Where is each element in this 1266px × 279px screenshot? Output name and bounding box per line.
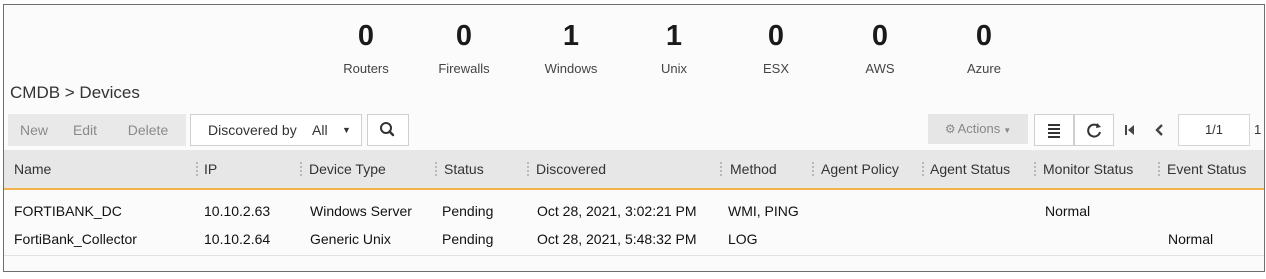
new-button[interactable]: New [8, 114, 60, 146]
breadcrumb: CMDB > Devices [10, 83, 140, 102]
list-view-icon [1048, 124, 1060, 138]
cell-discovered: Oct 28, 2021, 5:48:32 PM [537, 231, 697, 247]
stat-label: Azure [967, 61, 1001, 76]
column-header-agent-status[interactable]: Agent Status [930, 150, 1010, 188]
column-divider[interactable] [527, 162, 531, 176]
first-page-icon [1125, 125, 1134, 135]
stat-label: Unix [660, 61, 687, 76]
cell-device-type: Windows Server [310, 203, 412, 219]
previous-page-icon [1155, 124, 1163, 136]
page-number-input[interactable]: 1/1 [1178, 114, 1250, 146]
cell-name: FORTIBANK_DC [14, 203, 122, 219]
edit-button[interactable]: Edit [60, 114, 110, 146]
refresh-icon [1087, 123, 1101, 138]
stat-count: 0 [455, 20, 473, 52]
cell-method: WMI, PING [728, 203, 799, 219]
stat-count: 0 [767, 20, 785, 52]
cell-discovered: Oct 28, 2021, 3:02:21 PM [537, 203, 697, 219]
stat-label: Routers [343, 61, 389, 76]
stat-label: Firewalls [438, 61, 490, 76]
gear-icon: ⚙ [944, 122, 956, 136]
stat-label: Windows [544, 61, 598, 76]
column-divider[interactable] [1158, 162, 1162, 176]
cell-monitor-status: Normal [1045, 203, 1091, 219]
page-total: 1 [1254, 122, 1262, 137]
cell-name: FortiBank_Collector [14, 231, 137, 247]
previous-page-button[interactable] [1146, 114, 1174, 146]
toolbar: New Edit Delete Discovered by All ▼ ⚙ Act… [4, 112, 1264, 148]
refresh-button[interactable] [1074, 114, 1114, 146]
first-page-button[interactable] [1116, 114, 1144, 146]
stat-windows[interactable]: 1 Windows [519, 17, 623, 76]
column-header-name[interactable]: Name [14, 150, 51, 188]
stat-esx[interactable]: 0 ESX [724, 17, 828, 76]
stat-count: 1 [665, 20, 683, 52]
cell-event-status: Normal [1168, 231, 1214, 247]
stat-azure[interactable]: 0 Azure [932, 17, 1036, 76]
delete-button[interactable]: Delete [110, 114, 186, 146]
actions-label: Actions [957, 121, 1001, 136]
search-button[interactable] [367, 114, 409, 146]
chevron-down-icon: ▼ [1003, 126, 1012, 135]
stat-count: 0 [871, 20, 889, 52]
stat-count: 0 [975, 20, 993, 52]
column-divider[interactable] [1034, 162, 1038, 176]
column-divider[interactable] [720, 162, 724, 176]
column-header-device-type[interactable]: Device Type [309, 150, 386, 188]
column-divider[interactable] [300, 162, 304, 176]
actions-dropdown[interactable]: ⚙ Actions ▼ [928, 114, 1028, 144]
discovered-by-value: All [312, 122, 328, 138]
search-icon [380, 122, 395, 137]
cell-device-type: Generic Unix [310, 231, 391, 247]
column-header-discovered[interactable]: Discovered [536, 150, 606, 188]
stat-unix[interactable]: 1 Unix [622, 17, 726, 76]
column-header-ip[interactable]: IP [204, 150, 217, 188]
cell-status: Pending [442, 231, 494, 247]
stat-firewalls[interactable]: 0 Firewalls [412, 17, 516, 76]
column-divider[interactable] [922, 162, 926, 176]
column-divider[interactable] [196, 162, 200, 176]
discovered-by-label: Discovered by [208, 122, 297, 138]
table-bottom-divider [4, 255, 1264, 256]
stat-label: AWS [865, 61, 895, 76]
column-divider[interactable] [812, 162, 816, 176]
chevron-down-icon: ▼ [342, 125, 351, 135]
table-row[interactable]: FORTIBANK_DC 10.10.2.63 Windows Server P… [4, 197, 1264, 225]
list-view-button[interactable] [1034, 114, 1074, 146]
cell-ip: 10.10.2.64 [204, 231, 271, 247]
table-header: Name IP Device Type Status Discovered Me… [4, 150, 1264, 190]
discovered-by-dropdown[interactable]: Discovered by All ▼ [190, 114, 362, 146]
table-row[interactable]: FortiBank_Collector 10.10.2.64 Generic U… [4, 225, 1264, 253]
stat-count: 0 [357, 20, 375, 52]
column-header-monitor-status[interactable]: Monitor Status [1043, 150, 1133, 188]
column-header-agent-policy[interactable]: Agent Policy [821, 150, 899, 188]
column-divider[interactable] [435, 162, 439, 176]
column-header-method[interactable]: Method [730, 150, 777, 188]
stat-routers[interactable]: 0 Routers [314, 17, 418, 76]
cell-status: Pending [442, 203, 494, 219]
column-header-status[interactable]: Status [444, 150, 484, 188]
stat-aws[interactable]: 0 AWS [828, 17, 932, 76]
stat-label: ESX [762, 61, 789, 76]
column-header-event-status[interactable]: Event Status [1167, 150, 1246, 188]
cell-method: LOG [728, 231, 758, 247]
devices-panel: 0 Routers 0 Firewalls 1 Windows 1 Unix 0… [3, 4, 1265, 272]
cell-ip: 10.10.2.63 [204, 203, 271, 219]
stat-count: 1 [562, 20, 580, 52]
